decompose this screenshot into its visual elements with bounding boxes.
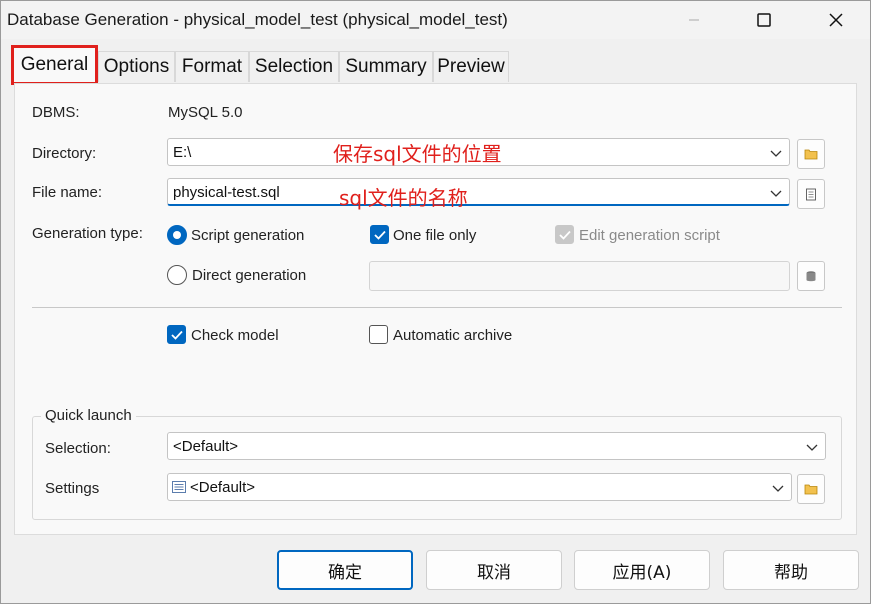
ok-label: 确定 <box>328 562 362 583</box>
filename-label: File name: <box>32 184 103 201</box>
settings-combo[interactable]: <Default> <box>167 473 792 501</box>
data-source-button <box>797 261 825 291</box>
tab-summary[interactable]: Summary <box>339 51 433 82</box>
tab-label: Options <box>103 56 170 77</box>
title-bar: Database Generation - physical_model_tes… <box>1 1 870 39</box>
browse-file-button[interactable] <box>797 179 825 209</box>
separator <box>32 307 842 308</box>
generation-type-label: Generation type: <box>32 225 143 242</box>
directory-label: Directory: <box>32 145 97 162</box>
directory-value: E:\ <box>173 144 192 161</box>
dbms-label: DBMS: <box>32 104 80 121</box>
edit-generation-script-label: Edit generation script <box>579 227 720 244</box>
checkmark-icon <box>559 230 571 240</box>
direct-generation-label: Direct generation <box>192 267 307 284</box>
check-model-checkbox[interactable] <box>167 325 186 344</box>
tab-preview[interactable]: Preview <box>433 51 509 82</box>
direct-generation-radio[interactable] <box>167 265 187 285</box>
tab-label: Selection <box>254 56 334 77</box>
checkmark-icon <box>171 330 183 340</box>
selection-combo[interactable]: <Default> <box>167 432 826 460</box>
close-icon <box>829 13 843 27</box>
tab-label: Format <box>181 56 243 77</box>
tab-general[interactable]: General <box>11 45 98 85</box>
minimize-icon <box>689 19 699 21</box>
close-button[interactable] <box>813 1 859 39</box>
check-model-label: Check model <box>191 327 279 344</box>
script-generation-label: Script generation <box>191 227 305 244</box>
cancel-label: 取消 <box>477 562 511 583</box>
chevron-down-icon <box>770 150 782 157</box>
database-generation-dialog: Database Generation - physical_model_tes… <box>0 0 871 604</box>
maximize-icon <box>757 13 771 27</box>
tab-options[interactable]: Options <box>98 51 175 82</box>
apply-button[interactable]: 应用(A) <box>574 550 710 590</box>
settings-file-icon <box>172 481 186 493</box>
selection-value: <Default> <box>173 438 239 455</box>
tab-label: General <box>20 54 89 75</box>
tab-format[interactable]: Format <box>175 51 249 82</box>
dbms-value: MySQL 5.0 <box>168 104 243 121</box>
edit-generation-script-checkbox <box>555 225 574 244</box>
ok-button[interactable]: 确定 <box>277 550 413 590</box>
maximize-button[interactable] <box>741 1 787 39</box>
folder-icon <box>804 149 818 160</box>
chevron-down-icon <box>806 444 818 451</box>
one-file-only-label: One file only <box>393 227 477 244</box>
folder-icon <box>804 484 818 495</box>
settings-label: Settings <box>45 480 100 497</box>
automatic-archive-checkbox[interactable] <box>369 325 388 344</box>
data-source-input <box>369 261 790 291</box>
filename-combo[interactable]: physical-test.sql <box>167 178 790 206</box>
one-file-only-checkbox[interactable] <box>370 225 389 244</box>
settings-value: <Default> <box>190 479 256 496</box>
tab-label: Preview <box>437 56 505 77</box>
quick-launch-title: Quick launch <box>41 407 136 424</box>
browse-directory-button[interactable] <box>797 139 825 169</box>
tab-label: Summary <box>345 56 427 77</box>
apply-label: 应用(A) <box>612 562 672 583</box>
minimize-button[interactable] <box>671 1 717 39</box>
chevron-down-icon <box>770 190 782 197</box>
automatic-archive-label: Automatic archive <box>393 327 513 344</box>
document-icon <box>806 188 816 200</box>
directory-annotation: 保存sql文件的位置 <box>333 142 502 166</box>
help-button[interactable]: 帮助 <box>723 550 859 590</box>
selection-label: Selection: <box>45 440 111 457</box>
database-icon <box>806 270 816 281</box>
filename-value: physical-test.sql <box>173 184 280 201</box>
window-title: Database Generation - physical_model_tes… <box>7 10 508 29</box>
script-generation-radio[interactable] <box>167 225 187 245</box>
tab-selection[interactable]: Selection <box>249 51 339 82</box>
chevron-down-icon <box>772 485 784 492</box>
filename-annotation: sql文件的名称 <box>339 186 468 210</box>
help-label: 帮助 <box>774 562 808 583</box>
cancel-button[interactable]: 取消 <box>426 550 562 590</box>
settings-browse-button[interactable] <box>797 474 825 504</box>
checkmark-icon <box>374 230 386 240</box>
